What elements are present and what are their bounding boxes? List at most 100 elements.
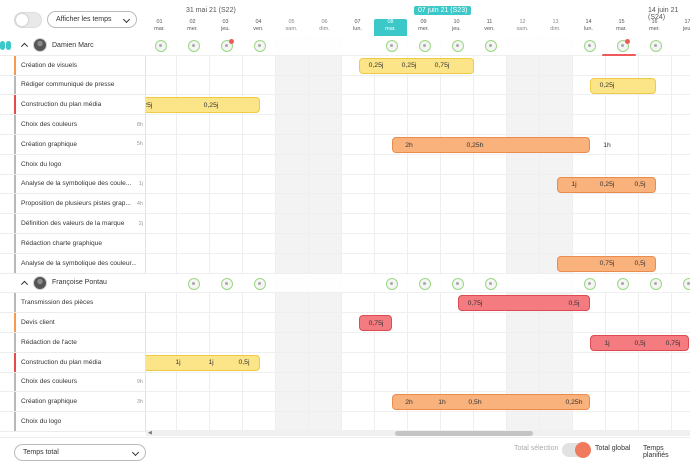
task-row[interactable]: Définition des valeurs de la marque 2j — [0, 214, 146, 234]
task-bar-value: 0,25j — [599, 82, 615, 90]
task-row[interactable]: Devis client — [0, 313, 146, 333]
view-toggle[interactable] — [14, 12, 42, 28]
day-header: 08 mar. — [374, 19, 407, 36]
day-header: 01 mar. — [143, 19, 176, 36]
task-row[interactable]: Choix du logo — [0, 154, 146, 175]
grid-row — [146, 194, 690, 215]
workload-indicator-icon[interactable] — [254, 40, 266, 52]
task-row[interactable]: Création de visuels — [0, 55, 146, 76]
horizontal-scrollbar[interactable]: ◀ — [146, 430, 690, 436]
task-color-bar — [14, 75, 16, 95]
grid-row — [146, 155, 690, 175]
show-time-select[interactable]: Afficher les temps — [47, 11, 137, 28]
workload-indicator-icon[interactable] — [584, 277, 596, 290]
day-weekday: jeu. — [683, 25, 690, 32]
task-hours: 8h — [136, 121, 143, 128]
day-weekday: sam. — [285, 25, 298, 32]
task-row[interactable]: Rédaction charte graphique — [0, 234, 146, 254]
task-label: Analyse de la symbolique des coule... — [21, 180, 132, 188]
workload-indicator-icon[interactable] — [617, 277, 629, 290]
task-row[interactable]: Création graphique 5h — [0, 135, 146, 155]
task-bar[interactable]: 1j 1j 0,5j — [146, 354, 260, 371]
task-row[interactable]: Rédaction de l'acte — [0, 333, 146, 353]
task-label: Construction du plan média — [21, 101, 102, 109]
workload-indicator-icon[interactable] — [386, 40, 398, 52]
workload-indicator-icon[interactable] — [386, 277, 398, 290]
grid-row — [146, 313, 690, 333]
task-row[interactable]: Proposition de plusieurs pistes grap... 4… — [0, 194, 146, 215]
workload-indicator-icon[interactable] — [650, 40, 662, 52]
scroll-left-icon[interactable]: ◀ — [148, 430, 152, 436]
workload-indicator-icon[interactable] — [155, 40, 167, 52]
workload-indicator-icon[interactable] — [221, 277, 233, 290]
task-bar-value: 1j — [175, 359, 181, 367]
task-bar[interactable]: 0,75j — [358, 315, 392, 332]
day-header: 17jeu. — [671, 19, 690, 36]
workload-indicator-icon[interactable] — [485, 277, 497, 290]
workload-indicator-icon[interactable] — [683, 277, 690, 290]
workload-indicator-icon[interactable] — [188, 40, 200, 52]
task-label: Choix du logo — [21, 160, 62, 168]
day-weekday: mar. — [154, 25, 165, 32]
task-row[interactable]: Choix du logo — [0, 412, 146, 432]
task-row[interactable]: Construction du plan média — [0, 352, 146, 373]
person-row[interactable]: Damien Marc — [0, 36, 146, 56]
people-icon[interactable] — [0, 41, 12, 50]
workload-indicator-icon[interactable] — [485, 40, 497, 52]
workload-indicator-icon[interactable] — [419, 277, 431, 290]
task-row[interactable]: Création graphique 3h — [0, 392, 146, 413]
task-bar-value: 1j — [604, 339, 610, 347]
task-bar-value: 0,5j — [238, 359, 250, 367]
task-bar[interactable]: 0,25j 0,25j — [146, 97, 260, 114]
workload-indicator-icon[interactable] — [254, 277, 266, 290]
day-header: 15 mar. — [605, 19, 638, 36]
collapse-icon[interactable] — [20, 43, 29, 51]
workload-indicator-icon[interactable] — [452, 40, 464, 52]
task-bar[interactable]: 0,25j — [589, 77, 656, 94]
workload-indicator-icon[interactable] — [419, 40, 431, 52]
task-bar-value: 1j — [208, 359, 214, 367]
task-label: Création graphique — [21, 140, 78, 148]
total-selection-label: Total sélection — [514, 445, 559, 452]
task-row[interactable]: Choix des couleurs 9h — [0, 372, 146, 393]
day-weekday: dim. — [550, 25, 561, 32]
task-label: Rédaction charte graphique — [21, 239, 103, 247]
task-label: Proposition de plusieurs pistes grap... — [21, 200, 131, 208]
workload-indicator-icon[interactable] — [221, 39, 234, 52]
workload-indicator-icon[interactable] — [650, 277, 662, 290]
avatar — [33, 38, 47, 52]
workload-indicator-icon[interactable] — [452, 277, 464, 290]
task-row[interactable]: Rédiger communiqué de presse — [0, 75, 146, 96]
scrollbar-thumb[interactable] — [395, 431, 533, 436]
total-toggle[interactable] — [562, 442, 591, 458]
task-bar[interactable]: 2h 0,25h 1h — [391, 137, 611, 153]
day-weekday: ven. — [484, 25, 495, 32]
task-list-panel: Damien Marc Création de visuels Rédiger co… — [0, 36, 146, 432]
task-row[interactable]: Transmission des pièces — [0, 293, 146, 314]
collapse-icon[interactable] — [20, 280, 29, 288]
task-bar[interactable]: 1j 0,5j 0,75j — [589, 335, 689, 351]
task-bar-value: 0,5j — [568, 299, 580, 307]
task-color-bar — [14, 253, 16, 273]
task-bar[interactable]: 0,25j 0,25j 0,75j — [358, 57, 474, 74]
task-row[interactable]: Analyse de la symbolique des couleur... — [0, 253, 146, 274]
task-color-bar — [14, 333, 16, 352]
task-bar[interactable]: 1j 0,25j 0,5j — [556, 176, 656, 193]
task-label: Définition des valeurs de la marque — [21, 220, 125, 228]
task-row[interactable]: Construction du plan média — [0, 95, 146, 116]
task-bar-value: 0,75j — [599, 260, 615, 268]
total-time-select[interactable]: Temps total — [14, 444, 146, 461]
task-bar[interactable]: 2h 1h 0,5h 0,25h — [391, 394, 590, 411]
task-row[interactable]: Analyse de la symbolique des coule... 1j — [0, 174, 146, 195]
task-bar[interactable]: 0,75j 0,5j — [457, 295, 590, 312]
day-weekday: ven. — [253, 25, 264, 32]
task-row[interactable]: Choix des couleurs 8h — [0, 115, 146, 135]
person-row[interactable]: Françoise Pontau — [0, 273, 146, 294]
task-color-bar — [14, 412, 16, 431]
task-color-bar — [14, 55, 16, 75]
task-label: Analyse de la symbolique des couleur... — [21, 259, 136, 267]
task-bar[interactable]: 0,75j 0,5j — [556, 255, 656, 272]
workload-indicator-icon[interactable] — [188, 277, 200, 290]
workload-indicator-icon[interactable] — [617, 39, 630, 52]
workload-indicator-icon[interactable] — [584, 40, 596, 52]
